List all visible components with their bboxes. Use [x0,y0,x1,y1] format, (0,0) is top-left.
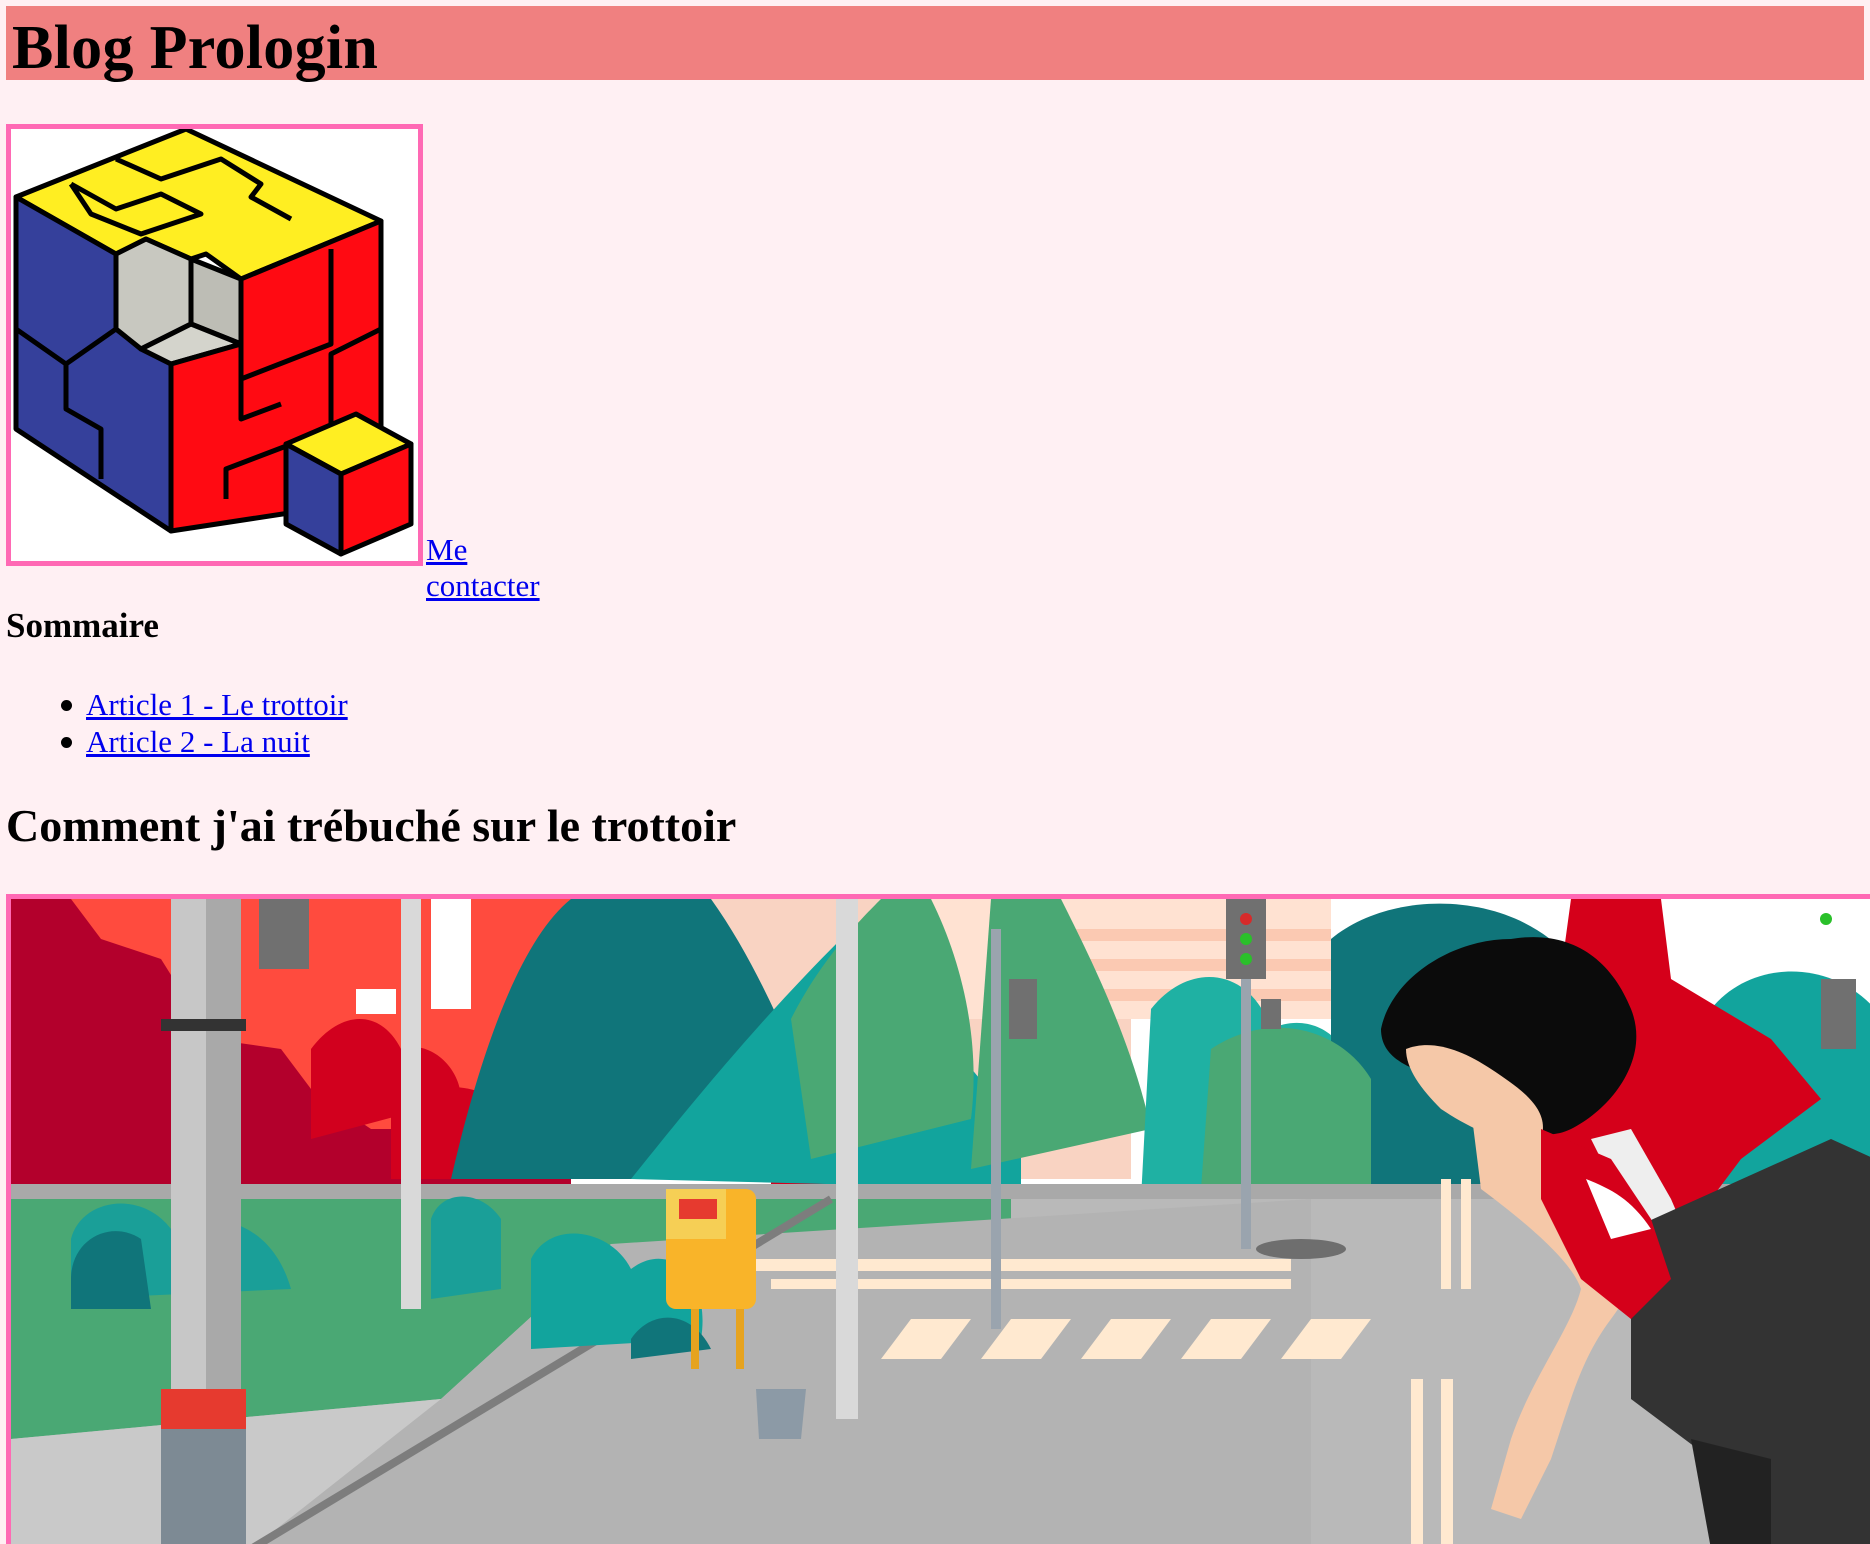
logo-link[interactable] [6,124,423,566]
toc-link-article-2[interactable]: Article 2 - La nuit [86,724,310,759]
toc-item: Article 1 - Le trottoir [6,686,348,723]
contact-link[interactable]: Me contacter [426,532,540,604]
toc-item: Article 2 - La nuit [6,723,348,760]
site-title: Blog Prologin [12,14,379,82]
toc-title: Sommaire [6,606,159,645]
article-hero-image [6,894,1870,1544]
cube-puzzle-logo-icon [11,129,418,561]
toc-list: Article 1 - Le trottoir Article 2 - La n… [6,686,348,760]
toc-link-article-1[interactable]: Article 1 - Le trottoir [86,687,348,722]
page: Blog Prologin Me contacter Sommaire Arti… [0,0,1870,1544]
site-header: Blog Prologin [6,6,1864,82]
article-title: Comment j'ai trébuché sur le trottoir [6,800,737,851]
street-illustration-icon [11,899,1870,1544]
